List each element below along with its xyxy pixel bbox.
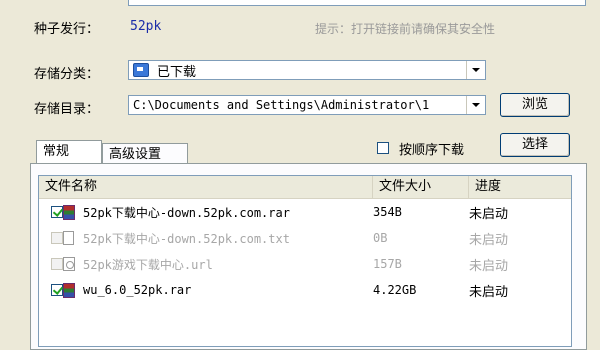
file-list-header: 文件名称 文件大小 进度 <box>39 176 571 199</box>
sequential-download-checkbox[interactable] <box>377 142 389 154</box>
file-checkbox[interactable] <box>51 284 63 296</box>
file-name: wu_6.0_52pk.rar <box>83 283 192 297</box>
tab-general[interactable]: 常规 <box>36 140 102 164</box>
file-name: 52pk下载中心-down.52pk.com.txt <box>83 231 290 246</box>
column-header-progress[interactable]: 进度 <box>469 176 571 198</box>
seed-label: 种子发行： <box>34 22 100 37</box>
file-row[interactable]: 52pk下载中心-down.52pk.com.txt 0B 未启动 <box>39 225 571 251</box>
file-name: 52pk下载中心-down.52pk.com.rar <box>83 205 290 220</box>
safety-hint: 提示：打开链接前请确保其安全性 <box>315 22 496 36</box>
file-progress: 未启动 <box>469 232 509 248</box>
file-size: 354B <box>373 205 402 219</box>
file-size: 157B <box>373 257 402 271</box>
tab-advanced[interactable]: 高级设置 <box>102 143 188 164</box>
directory-label: 存储目录： <box>34 102 100 117</box>
rar-archive-icon <box>63 204 75 220</box>
category-select[interactable]: 已下载 <box>128 60 486 80</box>
file-row[interactable]: wu_6.0_52pk.rar 4.22GB 未启动 <box>39 277 571 303</box>
file-checkbox[interactable] <box>51 232 63 244</box>
sequential-download-label: 按顺序下载 <box>399 143 465 158</box>
file-progress: 未启动 <box>469 284 509 300</box>
file-progress: 未启动 <box>469 258 509 274</box>
directory-value: C:\Documents and Settings\Administrator\… <box>133 98 430 112</box>
file-checkbox[interactable] <box>51 258 63 270</box>
text-file-icon <box>63 231 74 245</box>
file-row[interactable]: 52pk下载中心-down.52pk.com.rar 354B 未启动 <box>39 199 571 225</box>
dropdown-arrow[interactable] <box>466 61 484 79</box>
folder-icon <box>133 63 149 77</box>
chevron-down-icon <box>471 103 480 107</box>
category-value: 已下载 <box>157 64 197 80</box>
top-input-field[interactable] <box>128 0 586 6</box>
browse-button[interactable]: 浏览 <box>500 93 570 117</box>
url-shortcut-icon <box>63 257 75 271</box>
file-progress: 未启动 <box>469 206 509 222</box>
rar-archive-icon <box>63 282 75 298</box>
file-size: 0B <box>373 231 388 245</box>
file-size: 4.22GB <box>373 283 417 297</box>
file-checkbox[interactable] <box>51 206 63 218</box>
file-row[interactable]: 52pk游戏下载中心.url 157B 未启动 <box>39 251 571 277</box>
category-label: 存储分类： <box>34 67 100 82</box>
column-header-size[interactable]: 文件大小 <box>373 176 469 198</box>
file-name: 52pk游戏下载中心.url <box>83 257 213 272</box>
seed-value: 52pk <box>130 19 162 34</box>
select-button[interactable]: 选择 <box>500 133 570 157</box>
file-list[interactable]: 文件名称 文件大小 进度 52pk下载中心-down.52pk.com.rar … <box>38 175 572 347</box>
chevron-down-icon <box>471 68 480 72</box>
directory-select[interactable]: C:\Documents and Settings\Administrator\… <box>128 95 486 115</box>
dropdown-arrow[interactable] <box>466 96 484 114</box>
column-header-name[interactable]: 文件名称 <box>39 176 373 198</box>
